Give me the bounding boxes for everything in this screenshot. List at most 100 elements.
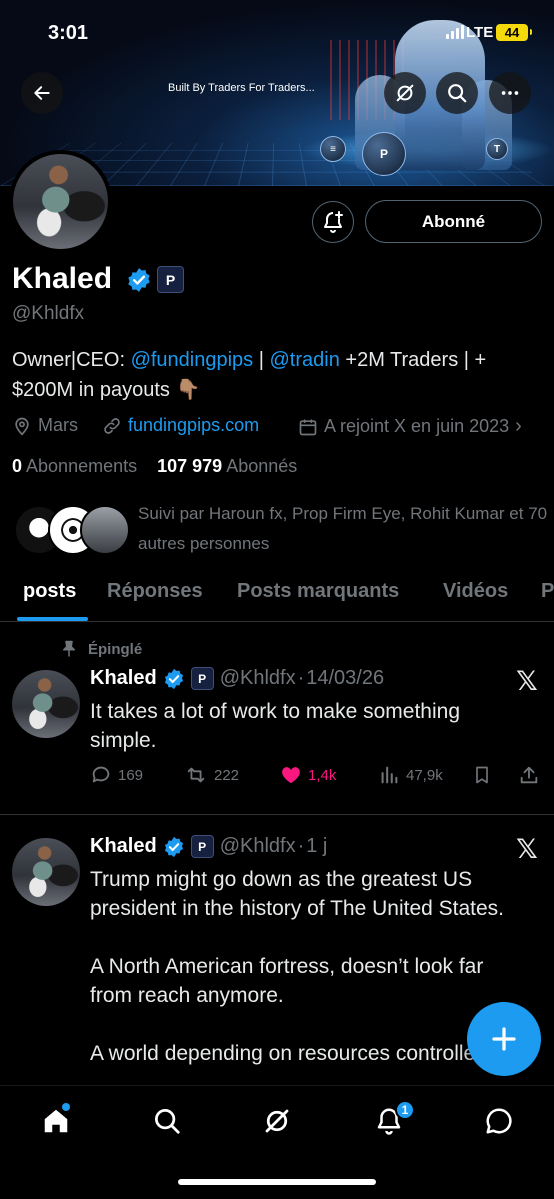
reply-icon <box>92 766 110 783</box>
followed-by-text[interactable]: Suivi par Haroun fx, Prop Firm Eye, Rohi… <box>138 499 548 559</box>
tab-partial[interactable]: P <box>541 580 554 603</box>
post-separator: · <box>297 667 305 689</box>
more-button[interactable] <box>489 72 531 114</box>
grok-icon[interactable] <box>262 1106 292 1136</box>
affiliate-badge: P <box>190 835 214 858</box>
location-pin-icon <box>15 417 29 436</box>
messages-icon[interactable] <box>484 1106 514 1136</box>
affiliate-badge: P <box>190 667 214 690</box>
post-actions: 169 222 1,4k 47,9k <box>90 764 540 788</box>
post-separator: · <box>297 835 305 857</box>
repost-button[interactable]: 222 <box>184 764 239 786</box>
post-paragraph-2: A North American fortress, doesn’t look … <box>90 955 484 1007</box>
views-count: 47,9k <box>406 766 443 784</box>
following-count: 0 <box>12 456 23 476</box>
post-paragraph-3: A world depending on resources controlle… <box>90 1042 487 1065</box>
search-icon <box>448 84 467 103</box>
verified-badge-icon <box>164 836 183 857</box>
compose-post-button[interactable] <box>467 1002 541 1076</box>
like-count: 1,4k <box>308 766 337 784</box>
bio-mention-tradin[interactable]: @tradin <box>269 349 339 371</box>
avatar-image <box>13 154 108 249</box>
plus-icon <box>492 1027 516 1051</box>
notifications-badge: 1 <box>395 1100 415 1120</box>
following-button[interactable]: Abonné <box>365 200 542 243</box>
banner-coin-small: ≡ <box>320 136 346 162</box>
post-header: Khaled P @Khldfx · 1 j <box>90 835 327 858</box>
link-icon <box>104 417 120 434</box>
x-logo-icon[interactable]: 𝕏 <box>516 834 538 865</box>
bookmark-button[interactable] <box>472 764 492 786</box>
location-item: Mars <box>12 415 78 436</box>
grok-button[interactable] <box>384 72 426 114</box>
bio-prefix: Owner|CEO: <box>12 349 131 371</box>
post-divider <box>0 814 554 815</box>
bio-mention-fundingpips[interactable]: @fundingpips <box>131 349 254 371</box>
x-logo-icon[interactable]: 𝕏 <box>516 666 538 697</box>
like-button[interactable]: 1,4k <box>280 764 336 786</box>
tab-posts[interactable]: posts <box>23 580 76 603</box>
repost-count: 222 <box>214 766 240 784</box>
status-bar: 3:01 LTE 44 <box>0 0 554 66</box>
verified-badge-icon <box>164 668 183 689</box>
post-paragraph-1: Trump might go down as the greatest US p… <box>90 868 505 920</box>
post-author-handle[interactable]: @Khldfx <box>220 835 296 858</box>
affiliate-badge[interactable]: P <box>157 266 184 293</box>
pinned-indicator: Épinglé <box>60 640 142 658</box>
website-link[interactable]: fundingpips.com <box>128 415 259 436</box>
grok-icon <box>396 84 414 102</box>
joined-text: A rejoint X en juin 2023 <box>324 416 510 436</box>
battery-icon: 44 <box>496 24 532 41</box>
bookmark-icon <box>476 766 488 784</box>
following-stat[interactable]: 0 Abonnements <box>12 456 137 476</box>
post-avatar[interactable] <box>12 670 80 738</box>
verified-badge-icon[interactable] <box>126 267 152 293</box>
search-button[interactable] <box>436 72 478 114</box>
profile-avatar[interactable] <box>9 150 112 253</box>
heart-filled-icon <box>282 767 300 784</box>
banner-coin-fundingpips: P <box>362 132 406 176</box>
post-text[interactable]: Trump might go down as the greatest US p… <box>90 865 530 1068</box>
profile-tabs: posts Réponses Posts marquants Vidéos P <box>0 570 554 622</box>
tab-videos[interactable]: Vidéos <box>443 580 508 603</box>
follower-avatar-3 <box>80 505 130 555</box>
search-icon[interactable] <box>152 1106 182 1136</box>
post-author-name[interactable]: Khaled <box>90 835 157 858</box>
bell-plus-icon <box>324 211 343 233</box>
battery-level: 44 <box>504 25 520 40</box>
banner-coin-right: T <box>486 138 508 160</box>
share-icon <box>520 766 538 784</box>
post-author-handle[interactable]: @Khldfx <box>220 667 296 690</box>
post-time[interactable]: 1 j <box>306 835 327 858</box>
followers-stat[interactable]: 107 979 Abonnés <box>157 456 297 476</box>
post-author-name[interactable]: Khaled <box>90 667 157 690</box>
post-header: Khaled P @Khldfx · 14/03/26 <box>90 667 384 690</box>
signal-icon <box>446 25 464 39</box>
banner-tagline: Built By Traders For Traders... <box>168 82 315 94</box>
joined-item: A rejoint X en juin 2023 › <box>298 415 522 438</box>
post-avatar-image <box>12 670 80 738</box>
post-text[interactable]: It takes a lot of work to make something… <box>90 697 530 755</box>
status-time: 3:01 <box>48 22 89 44</box>
followers-count: 107 979 <box>157 456 223 476</box>
profile-bio: Owner|CEO: @fundingpips | @tradin +2M Tr… <box>12 345 547 405</box>
following-label: Abonnements <box>26 456 138 476</box>
chevron-right-icon[interactable]: › <box>515 415 522 438</box>
notification-subscribe-button[interactable] <box>312 201 354 243</box>
tab-replies[interactable]: Réponses <box>107 580 203 603</box>
website-item[interactable]: fundingpips.com <box>102 415 259 436</box>
reply-button[interactable]: 169 <box>90 764 143 786</box>
share-button[interactable] <box>518 764 540 786</box>
post-avatar-image <box>12 838 80 906</box>
pinned-label: Épinglé <box>88 640 143 658</box>
bio-separator: | <box>253 349 270 371</box>
tab-highlights[interactable]: Posts marquants <box>237 580 399 603</box>
post-time[interactable]: 14/03/26 <box>306 667 384 690</box>
network-label: LTE <box>466 24 494 41</box>
post-avatar[interactable] <box>12 838 80 906</box>
views-button[interactable]: 47,9k <box>378 764 443 786</box>
repost-icon <box>187 767 205 783</box>
home-unread-dot <box>62 1103 70 1111</box>
back-arrow-icon <box>34 86 50 100</box>
back-button[interactable] <box>21 72 63 114</box>
